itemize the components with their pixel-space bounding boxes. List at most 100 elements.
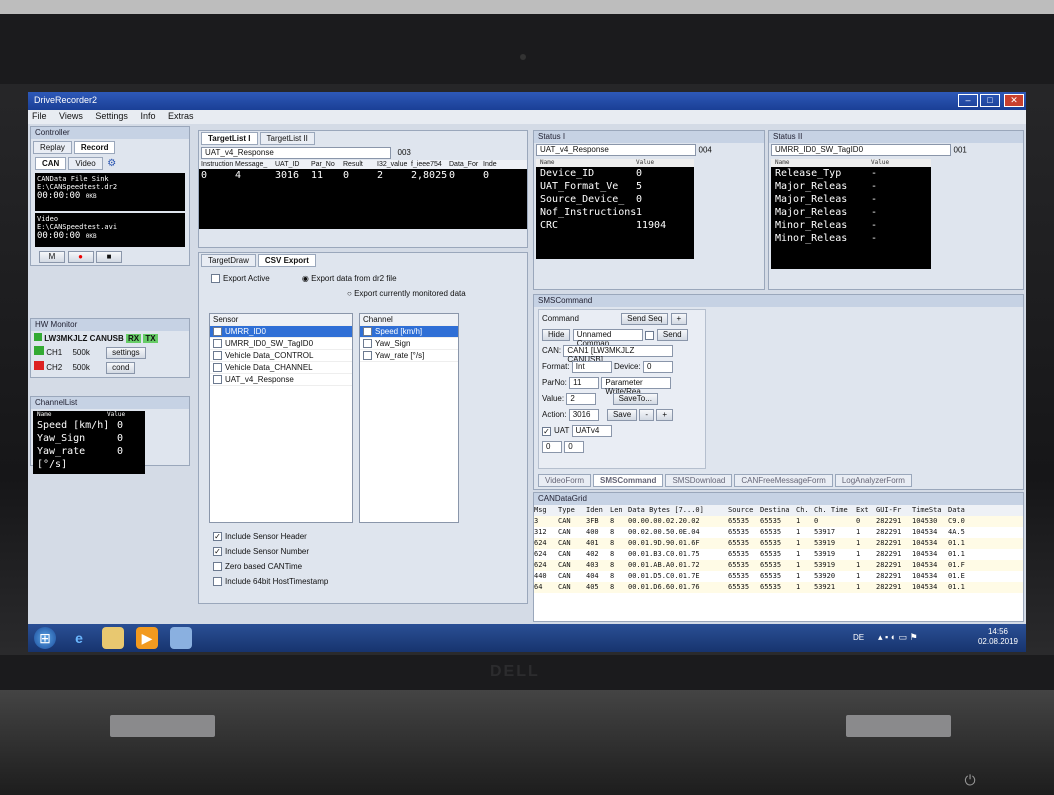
- ch2-cond-button[interactable]: cond: [106, 361, 136, 374]
- sensor-item[interactable]: UMRR_ID0_SW_TagID0: [210, 338, 352, 350]
- table-row[interactable]: 624 CAN 403 8 00.01.AB.A0.01.72 65535 65535 1 53…: [534, 560, 1023, 571]
- folder-icon[interactable]: [102, 627, 124, 649]
- table-row[interactable]: 3 CAN 3FB 8 00.00.00.02.20.02 65535 65535 1 0 0 28…: [534, 516, 1023, 527]
- option-sensor-number[interactable]: ✓ Include Sensor Number: [213, 544, 328, 559]
- tab-targetlist-2[interactable]: TargetList II: [259, 132, 315, 145]
- add-button[interactable]: +: [656, 409, 673, 421]
- index-a-input[interactable]: 0: [542, 441, 562, 453]
- uat-checkbox[interactable]: ✓: [542, 426, 551, 436]
- tab-smsdownload[interactable]: SMSDownload: [665, 474, 733, 487]
- tab-csv-export[interactable]: CSV Export: [257, 254, 316, 267]
- can-selector[interactable]: CAN1 [LW3MKJLZ CANUSB]: [563, 345, 674, 364]
- sensor-item[interactable]: Vehicle Data_CHANNEL: [210, 362, 352, 374]
- option-zero-cantime[interactable]: Zero based CANTime: [213, 559, 328, 574]
- option-host-timestamp[interactable]: Include 64bit HostTimestamp: [213, 574, 328, 589]
- export-active-checkbox[interactable]: [211, 274, 220, 284]
- driverecorder-taskbar-icon[interactable]: [170, 627, 192, 649]
- action-label: Action:: [542, 410, 567, 420]
- command-selector[interactable]: Unnamed Comman: [572, 329, 643, 348]
- format-selector[interactable]: Int: [571, 361, 612, 373]
- parno-input[interactable]: 11: [569, 377, 600, 389]
- command-checkbox[interactable]: [644, 330, 654, 340]
- tab-canfreemessage[interactable]: CANFreeMessageForm: [734, 474, 833, 487]
- table-row[interactable]: 64 CAN 405 8 00.01.D6.60.01.76 65535 65535 1 539…: [534, 582, 1023, 593]
- table-row[interactable]: 624 CAN 401 8 00.01.9D.90.01.6F 65535 65535 1 53…: [534, 538, 1023, 549]
- radio-monitored-icon[interactable]: ○: [347, 289, 352, 298]
- tab-can[interactable]: CAN: [35, 157, 67, 170]
- action-input[interactable]: 3016: [568, 409, 599, 421]
- menu-info[interactable]: Info: [140, 111, 155, 121]
- tab-targetlist-1[interactable]: TargetList I: [201, 132, 258, 145]
- ch1-settings-button[interactable]: settings: [106, 346, 146, 359]
- start-button-icon[interactable]: ⊞: [34, 627, 56, 649]
- status1-count: 004: [698, 145, 712, 155]
- status-name: Source_Device_: [540, 194, 625, 205]
- status1-selector[interactable]: UAT_v4_Response: [536, 144, 696, 156]
- mark-button[interactable]: M: [39, 251, 65, 263]
- clock-date: 02.08.2019: [977, 637, 1018, 646]
- close-icon[interactable]: ✕: [1004, 94, 1024, 107]
- menu-extras[interactable]: Extras: [168, 111, 194, 121]
- send-seq-button[interactable]: Send Seq: [621, 313, 669, 325]
- tray-icons[interactable]: ▴ ▪ ◐ ▭ ⚑: [878, 632, 918, 643]
- screen: DriveRecorder2 – □ ✕ File Views Settings…: [28, 92, 1026, 652]
- csv-options: ✓ Include Sensor Header ✓ Include Sensor N…: [213, 529, 328, 589]
- menu-settings[interactable]: Settings: [95, 111, 128, 121]
- sensor-item[interactable]: Vehicle Data_CONTROL: [210, 350, 352, 362]
- browser-icon[interactable]: e: [68, 627, 90, 649]
- saveto-button[interactable]: SaveTo...: [612, 393, 658, 405]
- tab-video[interactable]: Video: [68, 157, 103, 170]
- channel-item[interactable]: Yaw_rate [°/s]: [360, 350, 458, 362]
- table-row[interactable]: 624 CAN 402 8 00.01.B3.C0.01.75 65535 65535 1 53…: [534, 549, 1023, 560]
- channel-item[interactable]: ✓ Speed [km/h]: [360, 326, 458, 338]
- ch2-rate: 500k: [72, 362, 90, 372]
- tab-record[interactable]: Record: [73, 141, 116, 154]
- power-icon[interactable]: ⏻: [955, 772, 985, 792]
- grid-cell: 8: [610, 539, 615, 547]
- tab-videoform[interactable]: VideoForm: [538, 474, 591, 487]
- uat-selector[interactable]: UATv4: [571, 425, 612, 437]
- radio-dr2-icon[interactable]: ◉: [302, 274, 309, 283]
- tab-smscommand[interactable]: SMSCommand: [592, 474, 664, 487]
- record-button[interactable]: ●: [67, 251, 94, 263]
- grid-cell: 53917: [814, 528, 836, 536]
- grid-cell: 8: [610, 517, 615, 525]
- channel-item[interactable]: Yaw_Sign: [360, 338, 458, 350]
- index-b-input[interactable]: 0: [564, 441, 585, 453]
- tab-loganalyzer[interactable]: LogAnalyzerForm: [834, 474, 912, 487]
- grid-cell: C9.0: [948, 517, 965, 525]
- plus-button[interactable]: +: [670, 313, 688, 325]
- stop-button[interactable]: ■: [96, 251, 123, 263]
- media-player-icon[interactable]: ▶: [136, 627, 158, 649]
- tab-targetdraw[interactable]: TargetDraw: [201, 254, 256, 267]
- save-button[interactable]: Save: [606, 409, 638, 421]
- table-row[interactable]: 440 CAN 404 8 00.01.D5.C0.01.7E 65535 65535 1 53…: [534, 571, 1023, 582]
- grid-cell: 8: [610, 528, 615, 536]
- maximize-icon[interactable]: □: [980, 94, 1000, 107]
- hide-button[interactable]: Hide: [542, 329, 571, 341]
- option-sensor-header[interactable]: ✓ Include Sensor Header: [213, 529, 328, 544]
- value-input[interactable]: 2: [566, 393, 597, 405]
- param-type-selector[interactable]: Parameter Write/Rea: [601, 377, 672, 396]
- tab-replay[interactable]: Replay: [33, 141, 72, 154]
- table-row[interactable]: 312 CAN 400 8 00.02.00.50.0E.04 65535 65535 1 53…: [534, 527, 1023, 538]
- language-indicator[interactable]: DE: [853, 633, 864, 642]
- gear-icon[interactable]: ⚙: [107, 158, 116, 169]
- sensor-item[interactable]: UAT_v4_Response: [210, 374, 352, 386]
- targetlist-selector[interactable]: UAT_v4_Response: [201, 147, 391, 159]
- send-button[interactable]: Send: [656, 329, 688, 341]
- grid-cell: 01.F: [948, 561, 965, 569]
- minimize-icon[interactable]: –: [958, 94, 978, 107]
- status2-selector[interactable]: UMRR_ID0_SW_TagID0: [771, 144, 951, 156]
- menu-file[interactable]: File: [32, 111, 47, 121]
- taskbar: ⊞ e ▶ DE ▴ ▪ ◐ ▭ ⚑ 14:56 02.08.2019: [28, 624, 1026, 652]
- rx-badge: RX: [126, 334, 142, 343]
- grid-cell: 104534: [912, 583, 938, 591]
- device-selector[interactable]: 0: [642, 361, 673, 373]
- sensor-item[interactable]: ✓ UMRR_ID0: [210, 326, 352, 338]
- clock[interactable]: 14:56 02.08.2019: [978, 627, 1018, 647]
- menu-views[interactable]: Views: [59, 111, 83, 121]
- hw-monitor-panel: HW Monitor LW3MKJLZ CANUSB RX TX CH1 500…: [30, 318, 190, 378]
- sms-bottom-tabs: VideoForm SMSCommand SMSDownload CANFreeMes…: [538, 474, 914, 487]
- minus-button[interactable]: -: [639, 409, 655, 421]
